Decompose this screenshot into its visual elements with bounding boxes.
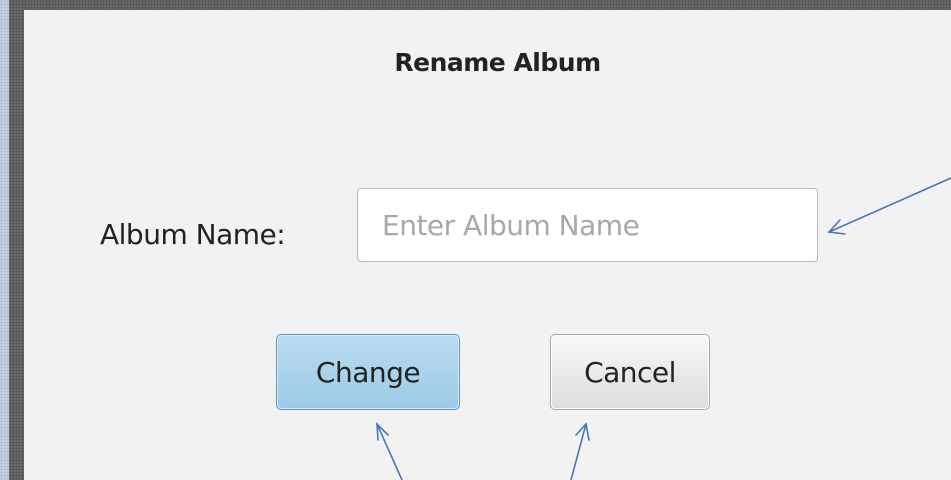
- album-name-input[interactable]: [357, 188, 818, 262]
- cancel-button-label: Cancel: [584, 355, 676, 389]
- change-button-label: Change: [315, 355, 421, 389]
- left-edge-strip: [0, 0, 9, 480]
- rename-album-dialog: Rename Album Album Name: Change Cancel: [24, 10, 951, 480]
- album-name-label: Album Name:: [100, 218, 286, 251]
- change-button[interactable]: Change: [276, 334, 460, 410]
- cancel-button[interactable]: Cancel: [550, 334, 710, 410]
- dialog-title: Rename Album: [394, 48, 601, 77]
